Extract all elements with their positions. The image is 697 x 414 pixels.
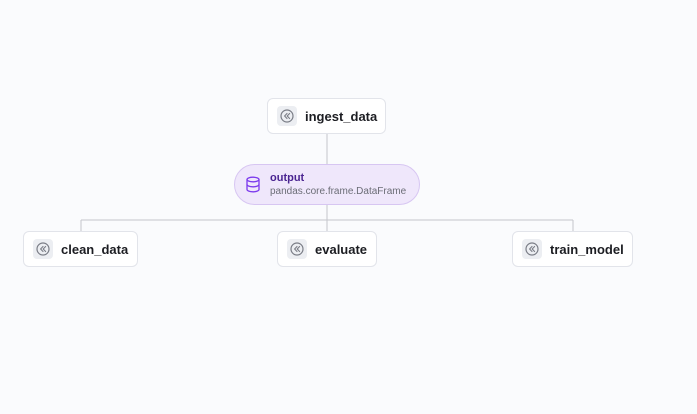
step-icon [33,239,53,259]
dag-canvas[interactable]: ingest_data output pandas.core.frame.Dat… [0,0,697,414]
database-icon [244,176,262,194]
artifact-node-output[interactable]: output pandas.core.frame.DataFrame [234,164,420,205]
dag-edges [80,134,574,231]
step-node-evaluate[interactable]: evaluate [277,231,377,267]
step-label: train_model [550,241,624,257]
step-label: clean_data [61,241,129,257]
artifact-type: pandas.core.frame.DataFrame [270,185,407,197]
artifact-name: output [270,171,305,184]
artifact-text: output pandas.core.frame.DataFrame [270,172,406,198]
step-node-ingest-data[interactable]: ingest_data [267,98,386,134]
step-label: ingest_data [305,108,378,124]
step-icon [522,239,542,259]
step-node-clean-data[interactable]: clean_data [23,231,138,267]
step-node-train-model[interactable]: train_model [512,231,633,267]
step-icon [287,239,307,259]
step-label: evaluate [315,241,368,257]
step-icon [277,106,297,126]
